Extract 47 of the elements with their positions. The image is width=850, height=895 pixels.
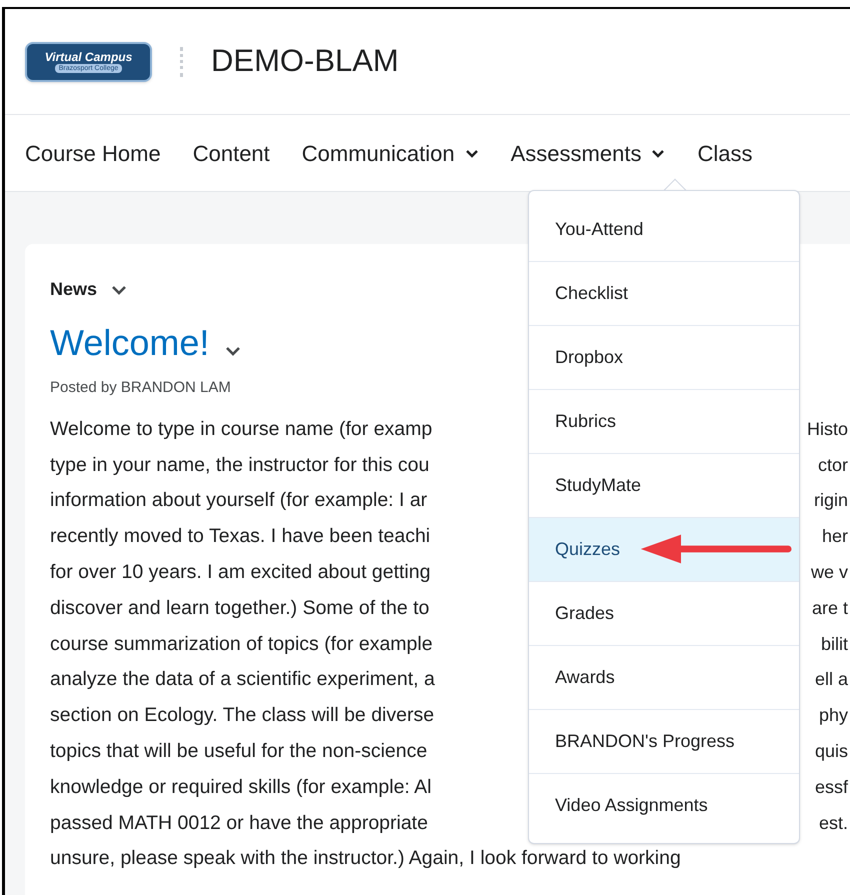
body-text: type in your name, the instructor for this cou: [50, 452, 430, 478]
body-text: section on Ecology. The class will be diverse: [50, 703, 434, 728]
body-text: are t: [812, 596, 849, 620]
nav-item[interactable]: Communication: [302, 136, 479, 170]
body-text: rigin: [814, 489, 849, 512]
menu-item[interactable]: Dropbox: [529, 325, 799, 389]
course-title: DEMO-BLAM: [211, 42, 399, 80]
body-text: for over 10 years. I am excited about getting: [50, 560, 430, 585]
menu-item[interactable]: You-Attend: [529, 197, 799, 261]
body-text: unsure, please speak with the instructor.) Again, I look forward to working: [50, 846, 681, 872]
menu-item[interactable]: Video Assignments: [529, 773, 799, 837]
post-title[interactable]: Welcome!: [50, 323, 210, 363]
body-text: essf: [814, 776, 849, 799]
nav-item[interactable]: Course Home: [25, 136, 161, 170]
body-text: Welcome to type in course name (for examp: [50, 416, 432, 442]
body-text: course summarization of topics (for example: [50, 632, 433, 657]
menu-item[interactable]: Checklist: [529, 261, 799, 325]
menu-item[interactable]: Quizzes: [529, 517, 799, 581]
body-text: recently moved to Texas. I have been teachi: [50, 524, 430, 550]
body-text: we v: [810, 561, 849, 584]
widget-heading: News: [50, 278, 98, 301]
menu-item[interactable]: Rubrics: [529, 389, 799, 453]
body-text: quis: [814, 740, 849, 764]
menu-item[interactable]: Grades: [529, 581, 799, 645]
nav-item[interactable]: Assessments: [510, 136, 666, 170]
body-text: Histo: [806, 418, 849, 441]
body-text: analyze the data of a scientific experiment, a: [50, 667, 435, 692]
chevron-down-icon: [651, 148, 666, 158]
body-text: bilit: [820, 632, 849, 656]
body-text: passed MATH 0012 or have the appropriate: [50, 810, 428, 836]
body-text: knowledge or required skills (for example: Al: [50, 774, 432, 800]
menu-item[interactable]: BRANDON's Progress: [529, 709, 799, 773]
body-text: ell a: [814, 668, 849, 692]
body-text: topics that will be useful for the non-science: [50, 738, 428, 764]
body-text: ctor: [818, 454, 849, 477]
nav-item[interactable]: Content: [192, 136, 270, 170]
body-text: information about yourself (for example: I ar: [50, 488, 428, 514]
body-text: est.: [818, 812, 849, 835]
body-text: discover and learn together.) Some of the to: [50, 596, 430, 621]
body-text: phy: [818, 704, 849, 728]
logo-title: Virtual Campus: [44, 50, 132, 64]
nav-item[interactable]: Class: [697, 136, 752, 170]
chevron-down-icon: [464, 148, 479, 158]
menu-item[interactable]: StudyMate: [529, 453, 799, 517]
posted-by-text: Posted by BRANDON LAM: [50, 378, 232, 398]
menu-item[interactable]: Awards: [529, 645, 799, 709]
body-text: her: [822, 525, 849, 548]
